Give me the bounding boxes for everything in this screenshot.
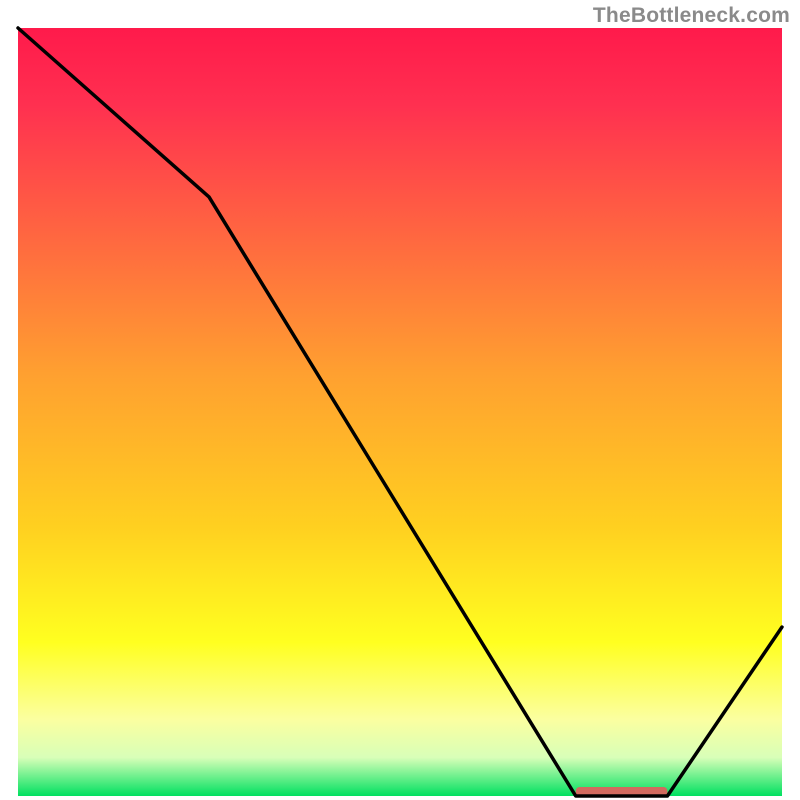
chart-stage: TheBottleneck.com [0,0,800,800]
bottleneck-chart [0,0,800,800]
gradient-background [18,28,782,796]
watermark-label: TheBottleneck.com [593,4,790,28]
